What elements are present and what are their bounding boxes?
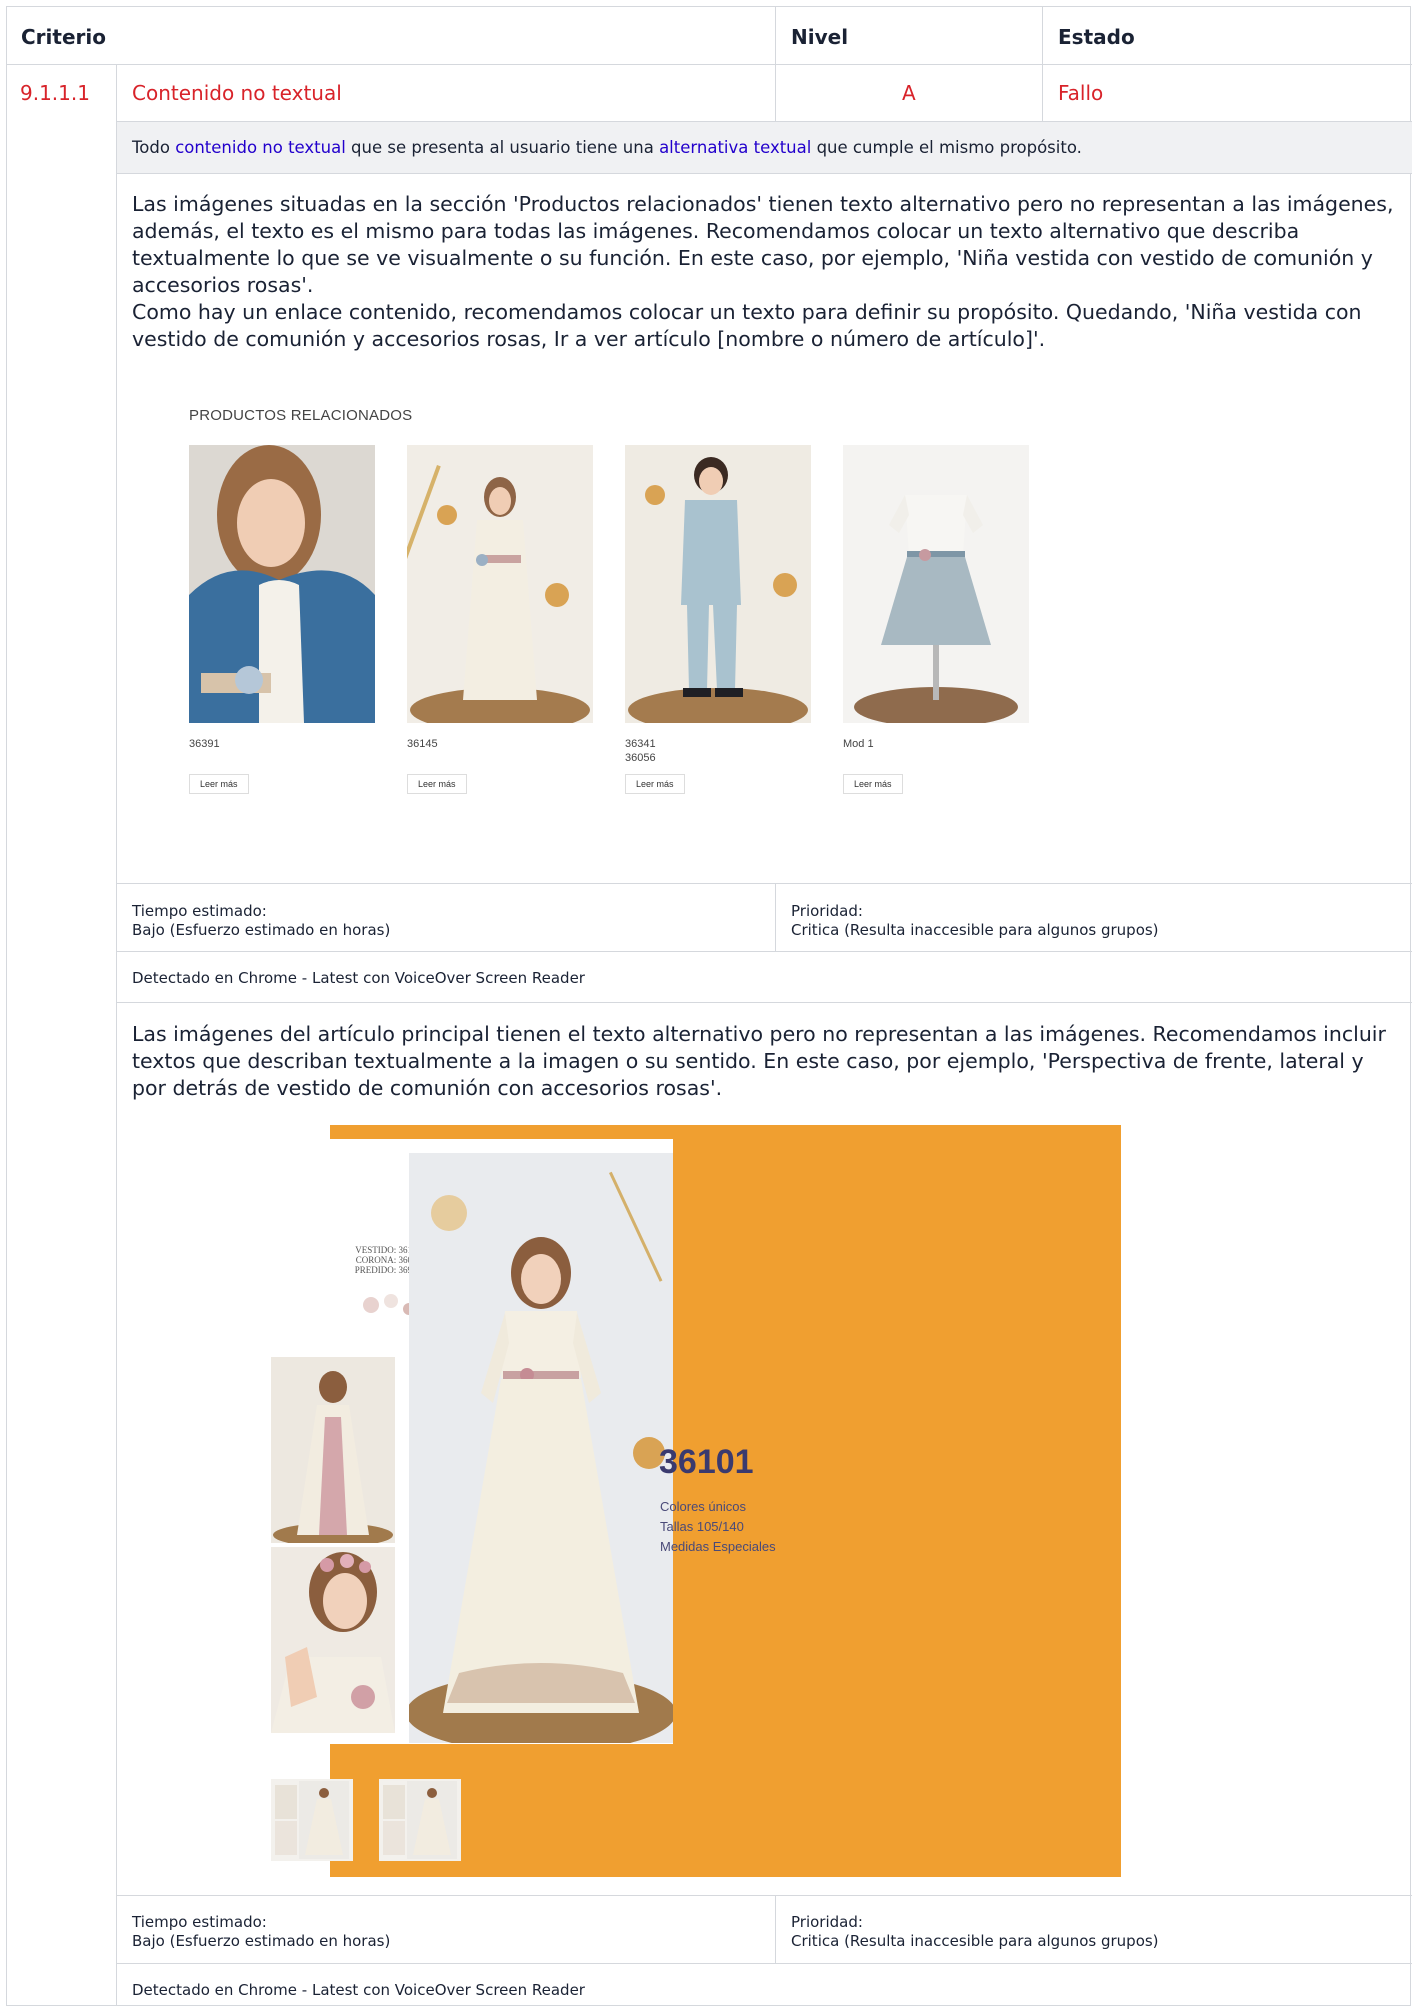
priority-value: Critica (Resulta inaccesible para alguno…: [791, 921, 1159, 939]
leer-mas-button[interactable]: Leer más: [843, 774, 903, 794]
related-product-card: 36391 Leer más: [189, 445, 375, 794]
priority-label: Prioridad:: [791, 1913, 863, 1931]
issue-paragraph: Como hay un enlace contenido, recomendam…: [132, 300, 1362, 351]
related-products-screenshot: PRODUCTOS RELACIONADOS 36391 Leer más 36…: [132, 397, 1029, 817]
priority: Prioridad: Critica (Resulta inaccesible …: [791, 1913, 1159, 1951]
summary-text: que cumple el mismo propósito.: [811, 138, 1082, 157]
leer-mas-button[interactable]: Leer más: [625, 774, 685, 794]
garment-tag: VESTIDO: 36101 CORONA: 36001 PREDIDO: 36…: [331, 1245, 421, 1275]
issue-description: Las imágenes situadas en la sección 'Pro…: [132, 191, 1397, 353]
summary-text: Todo: [132, 138, 176, 157]
issue-description: Las imágenes del artículo principal tien…: [132, 1021, 1397, 1102]
priority: Prioridad: Critica (Resulta inaccesible …: [791, 902, 1159, 940]
criterion-summary: Todo contenido no textual que se present…: [132, 138, 1082, 157]
tag-line: VESTIDO: 36101: [355, 1245, 421, 1255]
header-criterio: Criterio: [21, 25, 106, 49]
related-product-card: 36145 Leer más: [407, 445, 593, 794]
issue-paragraph: Las imágenes situadas en la sección 'Pro…: [132, 192, 1394, 297]
time-estimate: Tiempo estimado: Bajo (Esfuerzo estimado…: [132, 1913, 390, 1951]
leer-mas-button[interactable]: Leer más: [189, 774, 249, 794]
priority-label: Prioridad:: [791, 902, 863, 920]
header-estado: Estado: [1058, 25, 1135, 49]
leer-mas-button[interactable]: Leer más: [407, 774, 467, 794]
detected-in: Detectado en Chrome - Latest con VoiceOv…: [132, 1981, 585, 1999]
main-product-screenshot: VESTIDO: 36101 CORONA: 36001 PREDIDO: 36…: [271, 1125, 1137, 1885]
criterion-number: 9.1.1.1: [20, 81, 90, 105]
product-code: Mod 1: [843, 738, 874, 750]
related-products-title: PRODUCTOS RELACIONADOS: [189, 407, 413, 424]
criterion-level: A: [902, 81, 916, 105]
criterion-name: Contenido no textual: [132, 81, 342, 105]
info-sizes: Tallas 105/140: [660, 1519, 744, 1534]
product-side-image: [271, 1357, 395, 1547]
product-code: 36341 36056: [625, 738, 656, 764]
header-nivel: Nivel: [791, 25, 849, 49]
product-code-title: 36101: [659, 1443, 754, 1481]
detected-in: Detectado en Chrome - Latest con VoiceOv…: [132, 969, 585, 987]
issue-paragraph: Las imágenes del artículo principal tien…: [132, 1022, 1386, 1100]
product-code: 36391: [189, 738, 220, 750]
tag-line: CORONA: 36001: [355, 1255, 421, 1265]
link-contenido-no-textual[interactable]: contenido no textual: [175, 138, 346, 157]
info-colors: Colores únicos: [660, 1499, 746, 1514]
related-product-card: 36341 36056 Leer más: [625, 445, 811, 794]
product-detail-image: [271, 1547, 395, 1733]
thumbnail-2[interactable]: [379, 1779, 461, 1861]
time-label: Tiempo estimado:: [132, 902, 267, 920]
main-product-image: [406, 1153, 676, 1753]
link-alternativa-textual[interactable]: alternativa textual: [659, 138, 811, 157]
criteria-table: Criterio Nivel Estado 9.1.1.1 Contenido …: [6, 6, 1412, 2006]
tag-line: PREDIDO: 36901: [354, 1265, 421, 1275]
product-code: 36145: [407, 738, 438, 750]
product-image: [407, 445, 593, 723]
info-measures: Medidas Especiales: [660, 1539, 776, 1554]
time-label: Tiempo estimado:: [132, 1913, 267, 1931]
time-estimate: Tiempo estimado: Bajo (Esfuerzo estimado…: [132, 902, 390, 940]
product-image: [625, 445, 811, 723]
criterion-status: Fallo: [1058, 81, 1104, 105]
thumbnail-1[interactable]: [271, 1779, 353, 1861]
related-product-card: Mod 1 Leer más: [843, 445, 1029, 794]
time-value: Bajo (Esfuerzo estimado en horas): [132, 921, 391, 939]
time-value: Bajo (Esfuerzo estimado en horas): [132, 1932, 391, 1950]
product-info: Colores únicos Tallas 105/140 Medidas Es…: [660, 1497, 776, 1557]
product-image: [189, 445, 375, 723]
product-image: [843, 445, 1029, 723]
priority-value: Critica (Resulta inaccesible para alguno…: [791, 1932, 1159, 1950]
summary-text: que se presenta al usuario tiene una: [345, 138, 660, 157]
